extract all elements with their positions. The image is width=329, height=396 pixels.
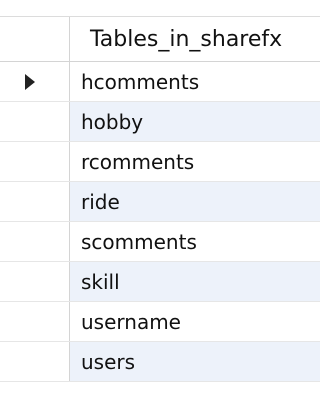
result-grid: Tables_in_sharefx hcomments hobby rcomme… bbox=[0, 0, 329, 396]
table-cell[interactable]: skill bbox=[70, 262, 329, 301]
table-row[interactable]: hcomments bbox=[0, 62, 329, 102]
table-row[interactable]: hobby bbox=[0, 102, 329, 142]
column-header-tables-in-sharefx[interactable]: Tables_in_sharefx bbox=[70, 17, 329, 61]
table-row[interactable]: rcomments bbox=[0, 142, 329, 182]
row-selector[interactable] bbox=[0, 102, 70, 141]
row-selector[interactable] bbox=[0, 62, 70, 101]
table-row[interactable]: ride bbox=[0, 182, 329, 222]
table-cell[interactable]: ride bbox=[70, 182, 329, 221]
grid-header-row: Tables_in_sharefx bbox=[0, 16, 329, 62]
table-row[interactable]: skill bbox=[0, 262, 329, 302]
table-cell[interactable]: hobby bbox=[70, 102, 329, 141]
table-cell[interactable]: hcomments bbox=[70, 62, 329, 101]
grid-right-edge bbox=[320, 16, 329, 396]
row-selector[interactable] bbox=[0, 182, 70, 221]
table-row[interactable]: scomments bbox=[0, 222, 329, 262]
row-selector[interactable] bbox=[0, 342, 70, 381]
row-selector[interactable] bbox=[0, 142, 70, 181]
table-row[interactable]: users bbox=[0, 342, 329, 382]
table-cell[interactable]: rcomments bbox=[70, 142, 329, 181]
arrow-right-icon bbox=[24, 73, 35, 90]
table-cell[interactable]: username bbox=[70, 302, 329, 341]
header-row-selector[interactable] bbox=[0, 17, 70, 61]
table-row[interactable]: username bbox=[0, 302, 329, 342]
table-cell[interactable]: users bbox=[70, 342, 329, 381]
row-selector[interactable] bbox=[0, 262, 70, 301]
row-selector[interactable] bbox=[0, 302, 70, 341]
row-selector[interactable] bbox=[0, 222, 70, 261]
table-cell[interactable]: scomments bbox=[70, 222, 329, 261]
